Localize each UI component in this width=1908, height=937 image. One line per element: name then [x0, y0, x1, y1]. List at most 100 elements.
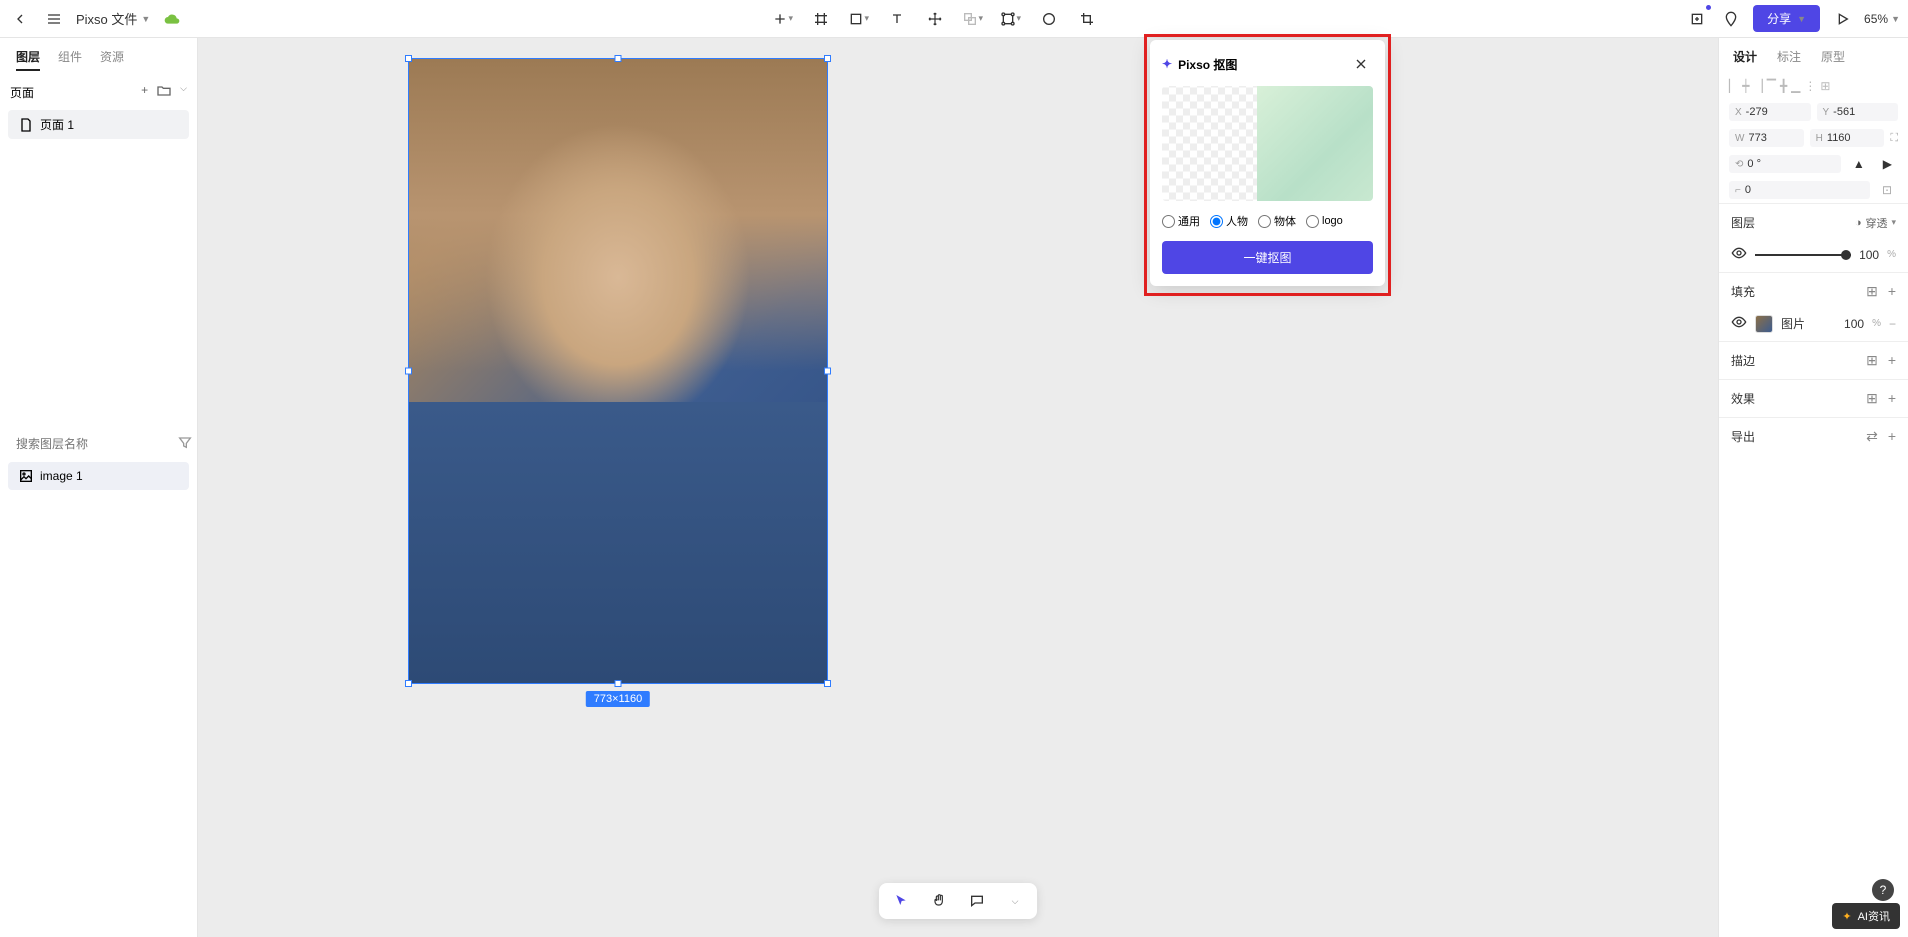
- opacity-row: 100 %: [1719, 241, 1908, 272]
- corner-icon: ⌐: [1735, 185, 1741, 196]
- tab-design[interactable]: 设计: [1733, 48, 1757, 65]
- resize-handle-ml[interactable]: [405, 368, 412, 375]
- tab-layers[interactable]: 图层: [16, 48, 40, 71]
- align-top-icon[interactable]: ▔: [1767, 79, 1776, 93]
- crop-tool-icon[interactable]: [1075, 7, 1099, 31]
- visibility-icon[interactable]: [1731, 245, 1747, 264]
- radio-person[interactable]: 人物: [1210, 213, 1248, 229]
- marker-icon[interactable]: [1719, 7, 1743, 31]
- resize-handle-bl[interactable]: [405, 680, 412, 687]
- cloud-sync-icon[interactable]: [160, 7, 184, 31]
- corner-radius-input[interactable]: ⌐0: [1729, 181, 1870, 199]
- add-fill-icon[interactable]: +: [1888, 283, 1896, 300]
- selection-bounds[interactable]: 773×1160: [408, 58, 828, 684]
- page-folder-icon[interactable]: [156, 83, 172, 102]
- add-export-icon[interactable]: +: [1888, 428, 1896, 445]
- tab-annotate[interactable]: 标注: [1777, 48, 1801, 65]
- tidy-icon[interactable]: ⊞: [1820, 79, 1830, 93]
- ellipse-tool-icon[interactable]: [1037, 7, 1061, 31]
- align-bottom-icon[interactable]: ▁: [1791, 79, 1800, 93]
- cutout-popup: ✦ Pixso 抠图 通用 人物 物体 logo 一键抠图: [1150, 40, 1385, 286]
- canvas[interactable]: 773×1160 ⌵: [198, 38, 1718, 937]
- export-icon[interactable]: [1685, 7, 1709, 31]
- left-panel: 图层 组件 资源 页面 + ⌵ 页面 1 image 1: [0, 38, 198, 937]
- w-input[interactable]: W773: [1729, 129, 1804, 147]
- blend-mode[interactable]: 穿透: [1865, 215, 1887, 231]
- network-tool-icon[interactable]: ▾: [999, 7, 1023, 31]
- zoom-value: 65%: [1864, 12, 1888, 26]
- layers-tool-icon[interactable]: ▾: [961, 7, 985, 31]
- text-tool-icon[interactable]: [885, 7, 909, 31]
- page-item[interactable]: 页面 1: [8, 110, 189, 139]
- selected-image[interactable]: [409, 59, 827, 683]
- back-icon[interactable]: [8, 7, 32, 31]
- preview-figure: [1263, 95, 1326, 193]
- add-effect-icon[interactable]: +: [1888, 390, 1896, 407]
- layer-search: [0, 428, 197, 459]
- distribute-icon[interactable]: ⋮: [1804, 79, 1816, 93]
- opacity-slider[interactable]: [1755, 254, 1851, 256]
- tab-assets[interactable]: 资源: [100, 48, 124, 71]
- fill-style-icon[interactable]: ⊞: [1866, 283, 1878, 300]
- radio-object[interactable]: 物体: [1258, 213, 1296, 229]
- rotation-input[interactable]: ⟲0 °: [1729, 155, 1841, 173]
- radio-general[interactable]: 通用: [1162, 213, 1200, 229]
- stroke-style-icon[interactable]: ⊞: [1866, 352, 1878, 369]
- layer-item[interactable]: image 1: [8, 462, 189, 490]
- help-badge[interactable]: ?: [1872, 879, 1894, 901]
- rectangle-tool-icon[interactable]: ▾: [847, 7, 871, 31]
- x-input[interactable]: X-279: [1729, 103, 1811, 121]
- menu-icon[interactable]: [42, 7, 66, 31]
- align-left-icon[interactable]: ▏: [1729, 79, 1738, 93]
- share-button[interactable]: 分享 ▼: [1753, 5, 1820, 32]
- cutout-button[interactable]: 一键抠图: [1162, 241, 1373, 274]
- fill-section: 填充 ⊞ +: [1719, 272, 1908, 310]
- comment-tool-icon[interactable]: [965, 889, 989, 913]
- fill-opacity[interactable]: 100: [1844, 317, 1864, 331]
- move-tool-icon[interactable]: [923, 7, 947, 31]
- radio-logo[interactable]: logo: [1306, 215, 1343, 228]
- file-title[interactable]: Pixso 文件 ▼: [76, 9, 150, 28]
- add-stroke-icon[interactable]: +: [1888, 352, 1896, 369]
- cursor-tool-icon[interactable]: [889, 889, 913, 913]
- add-page-icon[interactable]: +: [141, 83, 148, 102]
- fill-row: 图片 100 % −: [1719, 310, 1908, 341]
- h-input[interactable]: H1160: [1810, 129, 1885, 147]
- zoom-control[interactable]: 65% ▼: [1864, 12, 1900, 26]
- effect-style-icon[interactable]: ⊞: [1866, 390, 1878, 407]
- resize-handle-tm[interactable]: [615, 55, 622, 62]
- resize-handle-tl[interactable]: [405, 55, 412, 62]
- flip-v-icon[interactable]: ▶: [1877, 157, 1898, 171]
- alignment-tools: ▏ ┿ ▕ ▔ ╋ ▁ ⋮ ⊞: [1719, 73, 1908, 99]
- align-right-icon[interactable]: ▕: [1753, 79, 1762, 93]
- play-icon[interactable]: [1830, 7, 1854, 31]
- add-tool-icon[interactable]: ▾: [771, 7, 795, 31]
- export-settings-icon[interactable]: ⇄: [1866, 428, 1878, 445]
- filter-icon[interactable]: [177, 434, 193, 453]
- more-tools-icon[interactable]: ⌵: [1003, 889, 1027, 913]
- tab-prototype[interactable]: 原型: [1821, 48, 1845, 65]
- opacity-value[interactable]: 100: [1859, 248, 1879, 262]
- blend-mode-icon[interactable]: ◑: [1855, 217, 1862, 229]
- y-input[interactable]: Y-561: [1817, 103, 1899, 121]
- fill-visibility-icon[interactable]: [1731, 314, 1747, 333]
- frame-tool-icon[interactable]: [809, 7, 833, 31]
- link-dimensions-icon[interactable]: ⛶: [1890, 132, 1898, 145]
- collapse-pages-icon[interactable]: ⌵: [180, 83, 187, 102]
- corner-detail-icon[interactable]: ⊡: [1876, 183, 1898, 197]
- hand-tool-icon[interactable]: [927, 889, 951, 913]
- align-center-h-icon[interactable]: ┿: [1742, 79, 1749, 93]
- align-center-v-icon[interactable]: ╋: [1780, 79, 1787, 93]
- flip-h-icon[interactable]: ▲: [1847, 157, 1871, 171]
- remove-fill-icon[interactable]: −: [1889, 317, 1896, 331]
- resize-handle-br[interactable]: [824, 680, 831, 687]
- resize-handle-mr[interactable]: [824, 368, 831, 375]
- resize-handle-tr[interactable]: [824, 55, 831, 62]
- tab-components[interactable]: 组件: [58, 48, 82, 71]
- resize-handle-bm[interactable]: [615, 680, 622, 687]
- fill-swatch[interactable]: [1755, 315, 1773, 333]
- pages-header: 页面 + ⌵: [0, 77, 197, 108]
- close-icon[interactable]: [1349, 52, 1373, 76]
- fill-type[interactable]: 图片: [1781, 315, 1805, 332]
- layer-search-input[interactable]: [16, 437, 171, 451]
